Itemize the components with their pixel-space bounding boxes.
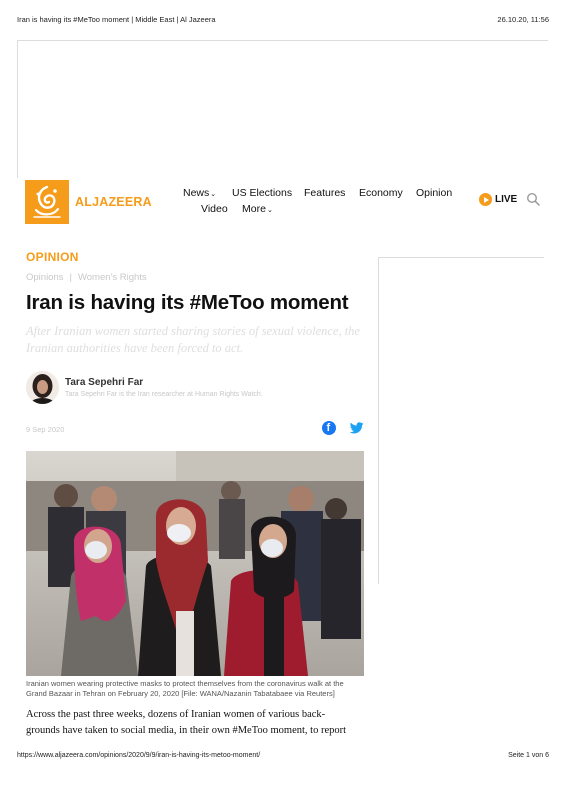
photo-caption: Iranian women wearing protective masks t… [26,679,344,698]
section-label[interactable]: OPINION [26,250,79,264]
nav-item-features[interactable]: Features [304,187,345,199]
body-line: Across the past three weeks, dozens of I… [26,709,326,720]
play-icon [479,193,492,206]
print-date: 26.10.20, 11:56 [497,15,549,24]
ad-placeholder [17,40,548,178]
author-avatar[interactable] [26,371,59,404]
nav-item-news[interactable]: News⌄ [183,187,216,199]
author-name[interactable]: Tara Sepehri Far [65,377,143,388]
aljazeera-logo-icon[interactable] [25,180,69,224]
nav-item-more[interactable]: More⌄ [242,203,273,215]
search-icon[interactable] [526,192,540,206]
print-header: Iran is having its #MeToo moment | Middl… [17,15,549,27]
site-header: ALJAZEERA News⌄ US Elections Features Ec… [17,178,548,242]
body-line: grounds have taken to social media, in t… [26,725,347,736]
article-photo [26,451,364,676]
breadcrumb-item-womens-rights[interactable]: Women's Rights [78,272,147,283]
chevron-down-icon: ⌄ [210,191,217,198]
breadcrumb-item-opinions[interactable]: Opinions [26,272,64,283]
twitter-icon[interactable] [350,422,364,434]
article-headline: Iran is having its #MeToo moment [26,291,349,314]
nav-more-label: More [242,203,266,215]
print-page-number: Seite 1 von 6 [508,752,549,759]
article-body: Across the past three weeks, dozens of I… [26,707,364,739]
chevron-down-icon: ⌄ [266,207,273,214]
nav-item-video[interactable]: Video [201,203,228,215]
nav-item-opinion[interactable]: Opinion [416,187,452,199]
print-url: https://www.aljazeera.com/opinions/2020/… [17,752,261,759]
breadcrumb: Opinions | Women's Rights [26,272,147,283]
nav-item-us-elections[interactable]: US Elections [232,187,292,199]
nav-news-label: News [183,187,210,199]
article-standfirst: After Iranian women started sharing stor… [26,324,360,355]
site-logo-text[interactable]: ALJAZEERA [75,195,152,209]
print-page-title: Iran is having its #MeToo moment | Middl… [17,15,216,24]
facebook-icon[interactable]: f [322,421,336,435]
sidebar-placeholder [378,257,544,584]
nav-item-economy[interactable]: Economy [359,187,403,199]
publish-date: 9 Sep 2020 [26,425,65,434]
author-bio: Tara Sepehri Far is the Iran researcher … [65,391,263,398]
live-label: LIVE [495,194,518,205]
print-footer: https://www.aljazeera.com/opinions/2020/… [17,752,549,764]
